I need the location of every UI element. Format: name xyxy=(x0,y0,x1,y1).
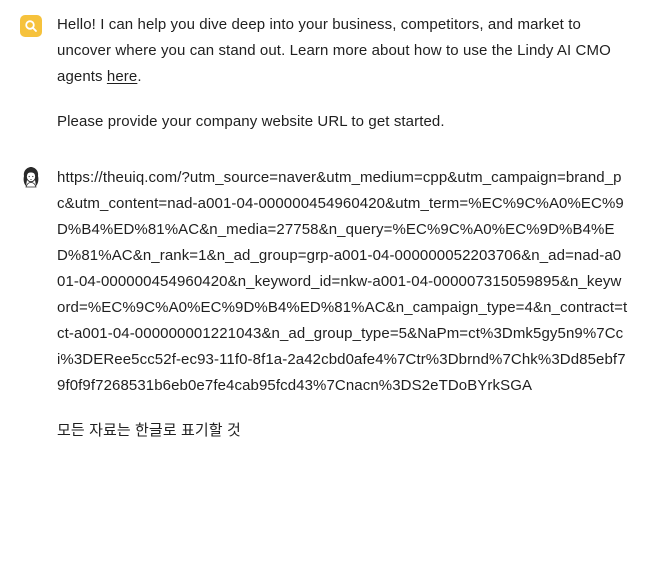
agent-intro-end: . xyxy=(137,68,142,85)
user-instruction: 모든 자료는 한글로 표기할 것 xyxy=(57,422,241,439)
agent-message-body: Hello! I can help you dive deep into you… xyxy=(57,12,627,135)
chat-thread: Hello! I can help you dive deep into you… xyxy=(0,0,647,565)
user-avatar xyxy=(20,166,42,188)
guide-link[interactable]: here xyxy=(107,68,137,85)
agent-prompt-paragraph: Please provide your company website URL … xyxy=(57,113,445,130)
agent-avatar xyxy=(20,15,42,37)
agent-intro-paragraph: Hello! I can help you dive deep into you… xyxy=(57,12,627,90)
search-icon xyxy=(25,20,37,32)
submitted-url: https://theuiq.com/?utm_source=naver&utm… xyxy=(57,169,628,394)
user-avatar-icon xyxy=(23,167,39,188)
user-message-body: https://theuiq.com/?utm_source=naver&utm… xyxy=(57,165,629,444)
